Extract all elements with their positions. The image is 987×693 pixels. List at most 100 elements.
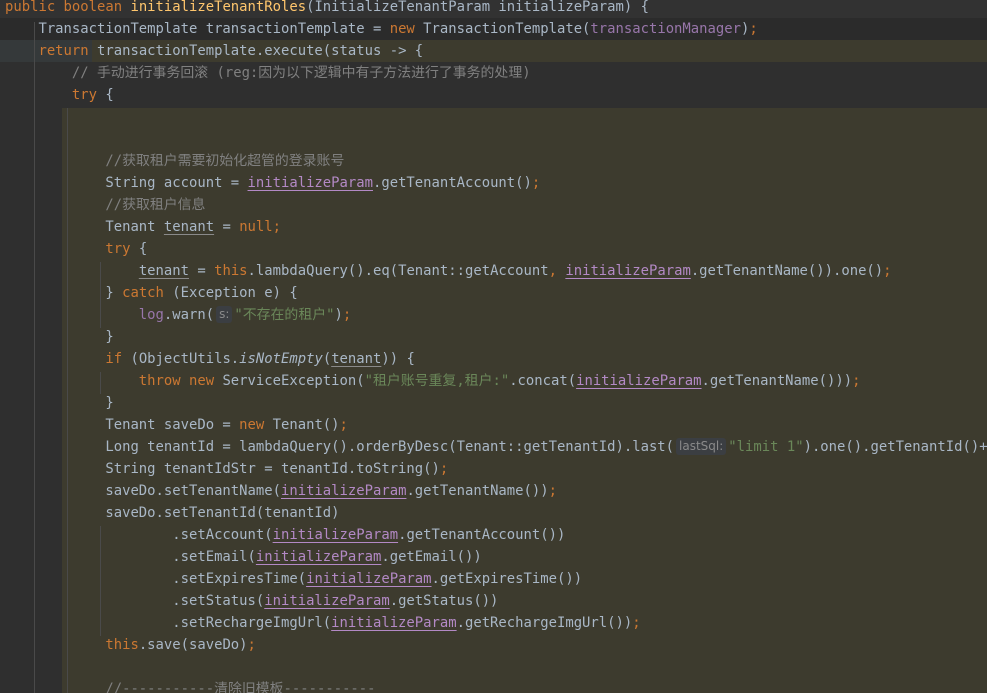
- keyword-token: ;: [749, 21, 758, 37]
- string-literal-token: "不存在的租户": [234, 307, 335, 323]
- keyword-token: throw new: [5, 373, 223, 389]
- code-line[interactable]: Tenant tenant = null;: [5, 216, 281, 238]
- code-line[interactable]: Long tenantId = lambdaQuery().orderByDes…: [5, 436, 987, 458]
- static-call-token: isNotEmpty: [239, 351, 323, 367]
- code-token: }: [5, 395, 114, 411]
- code-token: .getExpiresTime()): [431, 571, 583, 587]
- code-token: (ObjectUtils.: [130, 351, 240, 367]
- code-token: .getTenantAccount()): [398, 527, 566, 543]
- code-line[interactable]: //-----------清除旧模板-----------: [5, 678, 376, 693]
- code-token: .getEmail()): [381, 549, 482, 565]
- code-token: .setRechargeImgUrl(: [5, 615, 332, 631]
- code-line[interactable]: //获取租户信息: [5, 194, 205, 216]
- string-literal-token: "limit 1": [728, 439, 804, 455]
- code-line[interactable]: .setExpiresTime(initializeParam.getExpir…: [5, 568, 582, 590]
- keyword-token: ;: [548, 483, 557, 499]
- code-token: .getTenantName())): [701, 373, 853, 389]
- variable-token: tenant: [163, 219, 215, 235]
- code-token: ): [334, 307, 343, 323]
- keyword-token: this: [214, 263, 248, 279]
- code-token: .setExpiresTime(: [5, 571, 307, 587]
- code-token: (Exception e) {: [172, 285, 298, 301]
- code-token: .save(saveDo): [138, 637, 248, 653]
- code-line[interactable]: try {: [5, 84, 114, 106]
- code-line[interactable]: log.warn(s: "不存在的租户");: [5, 304, 351, 326]
- code-token: =: [214, 219, 240, 235]
- code-token: String account =: [5, 175, 248, 191]
- code-line[interactable]: // 手动进行事务回滚 (reg:因为以下逻辑中有子方法进行了事务的处理): [5, 62, 531, 84]
- code-line[interactable]: if (ObjectUtils.isNotEmpty(tenant)) {: [5, 348, 415, 370]
- keyword-token: catch: [122, 285, 173, 301]
- code-line[interactable]: }: [5, 392, 114, 414]
- parameter-token: initializeParam: [331, 615, 457, 631]
- code-token: String tenantIdStr = tenantId.toString(): [5, 461, 440, 477]
- code-token: }: [5, 285, 123, 301]
- code-token: ServiceException(: [222, 373, 365, 389]
- code-line[interactable]: .setStatus(initializeParam.getStatus()): [5, 590, 498, 612]
- code-token: Tenant saveDo =: [5, 417, 240, 433]
- variable-token: tenant: [138, 263, 189, 279]
- code-line[interactable]: .setEmail(initializeParam.getEmail()): [5, 546, 482, 568]
- code-token: Long tenantId = lambdaQuery().orderByDes…: [5, 439, 675, 455]
- code-line[interactable]: this.save(saveDo);: [5, 634, 256, 656]
- code-line[interactable]: TransactionTemplate transactionTemplate …: [5, 18, 758, 40]
- keyword-token: ;: [247, 637, 256, 653]
- comment-token: //获取租户信息: [5, 197, 206, 213]
- code-line[interactable]: Tenant saveDo = new Tenant();: [5, 414, 348, 436]
- code-token: ).one().getTenantId()+: [803, 439, 987, 455]
- code-token: {: [105, 87, 114, 103]
- keyword-token: if: [5, 351, 131, 367]
- code-line[interactable]: String account = initializeParam.getTena…: [5, 172, 540, 194]
- code-token: Tenant(): [272, 417, 340, 433]
- code-token: .getTenantAccount(): [372, 175, 532, 191]
- code-line[interactable]: return transactionTemplate.execute(statu…: [5, 40, 423, 62]
- code-token: =: [189, 263, 215, 279]
- comment-token: //-----------清除旧模板-----------: [5, 681, 376, 693]
- parameter-hint: s:: [216, 306, 233, 323]
- keyword-token: public boolean: [5, 0, 131, 15]
- code-token: .getTenantName()).one(): [690, 263, 884, 279]
- keyword-token: try: [5, 87, 106, 103]
- keyword-token: ;: [339, 417, 348, 433]
- code-token: .getTenantName()): [406, 483, 549, 499]
- variable-token: tenant: [331, 351, 382, 367]
- keyword-token: try: [5, 241, 139, 257]
- keyword-token: return: [5, 43, 97, 59]
- code-token: transactionTemplate.execute(status -> {: [97, 43, 424, 59]
- code-line[interactable]: public boolean initializeTenantRoles(Ini…: [5, 0, 649, 18]
- string-literal-token: "租户账号重复,租户:": [364, 373, 510, 389]
- code-token: Tenant: [5, 219, 164, 235]
- code-token: .setAccount(: [5, 527, 273, 543]
- keyword-token: new: [389, 21, 424, 37]
- keyword-token: ;: [632, 615, 641, 631]
- parameter-token: initializeParam: [255, 549, 382, 565]
- code-line[interactable]: }: [5, 326, 113, 348]
- code-line[interactable]: saveDo.setTenantName(initializeParam.get…: [5, 480, 557, 502]
- code-line[interactable]: saveDo.setTenantId(tenantId): [5, 502, 339, 524]
- code-line[interactable]: //获取租户需要初始化超管的登录账号: [5, 150, 344, 172]
- keyword-token: ;: [342, 307, 352, 323]
- code-line[interactable]: tenant = this.lambdaQuery().eq(Tenant::g…: [5, 260, 892, 282]
- code-line[interactable]: throw new ServiceException("租户账号重复,租户:".…: [5, 370, 861, 392]
- code-line[interactable]: .setRechargeImgUrl(initializeParam.getRe…: [5, 612, 641, 634]
- code-editor[interactable]: public boolean initializeTenantRoles(Ini…: [0, 0, 987, 693]
- method-name-token: initializeTenantRoles: [130, 0, 307, 15]
- code-line[interactable]: try {: [5, 238, 147, 260]
- parameter-token: initializeParam: [306, 571, 432, 587]
- comment-token: // 手动进行事务回滚 (reg:因为以下逻辑中有子方法进行了事务的处理): [5, 65, 531, 81]
- parameter-token: initializeParam: [576, 373, 702, 389]
- code-line[interactable]: .setAccount(initializeParam.getTenantAcc…: [5, 524, 565, 546]
- parameter-token: initializeParam: [280, 483, 407, 499]
- code-token: .concat(: [509, 373, 577, 389]
- field-token: transactionManager: [590, 21, 741, 37]
- code-token: .warn(: [163, 307, 215, 323]
- keyword-token: null;: [239, 219, 282, 235]
- code-token: )) {: [381, 351, 415, 367]
- code-line[interactable]: String tenantIdStr = tenantId.toString()…: [5, 458, 448, 480]
- keyword-token: this: [5, 637, 139, 653]
- code-token: {: [138, 241, 148, 257]
- parameter-token: initializeParam: [264, 593, 390, 609]
- code-line[interactable]: } catch (Exception e) {: [5, 282, 298, 304]
- parameter-token: initializeParam: [565, 263, 691, 279]
